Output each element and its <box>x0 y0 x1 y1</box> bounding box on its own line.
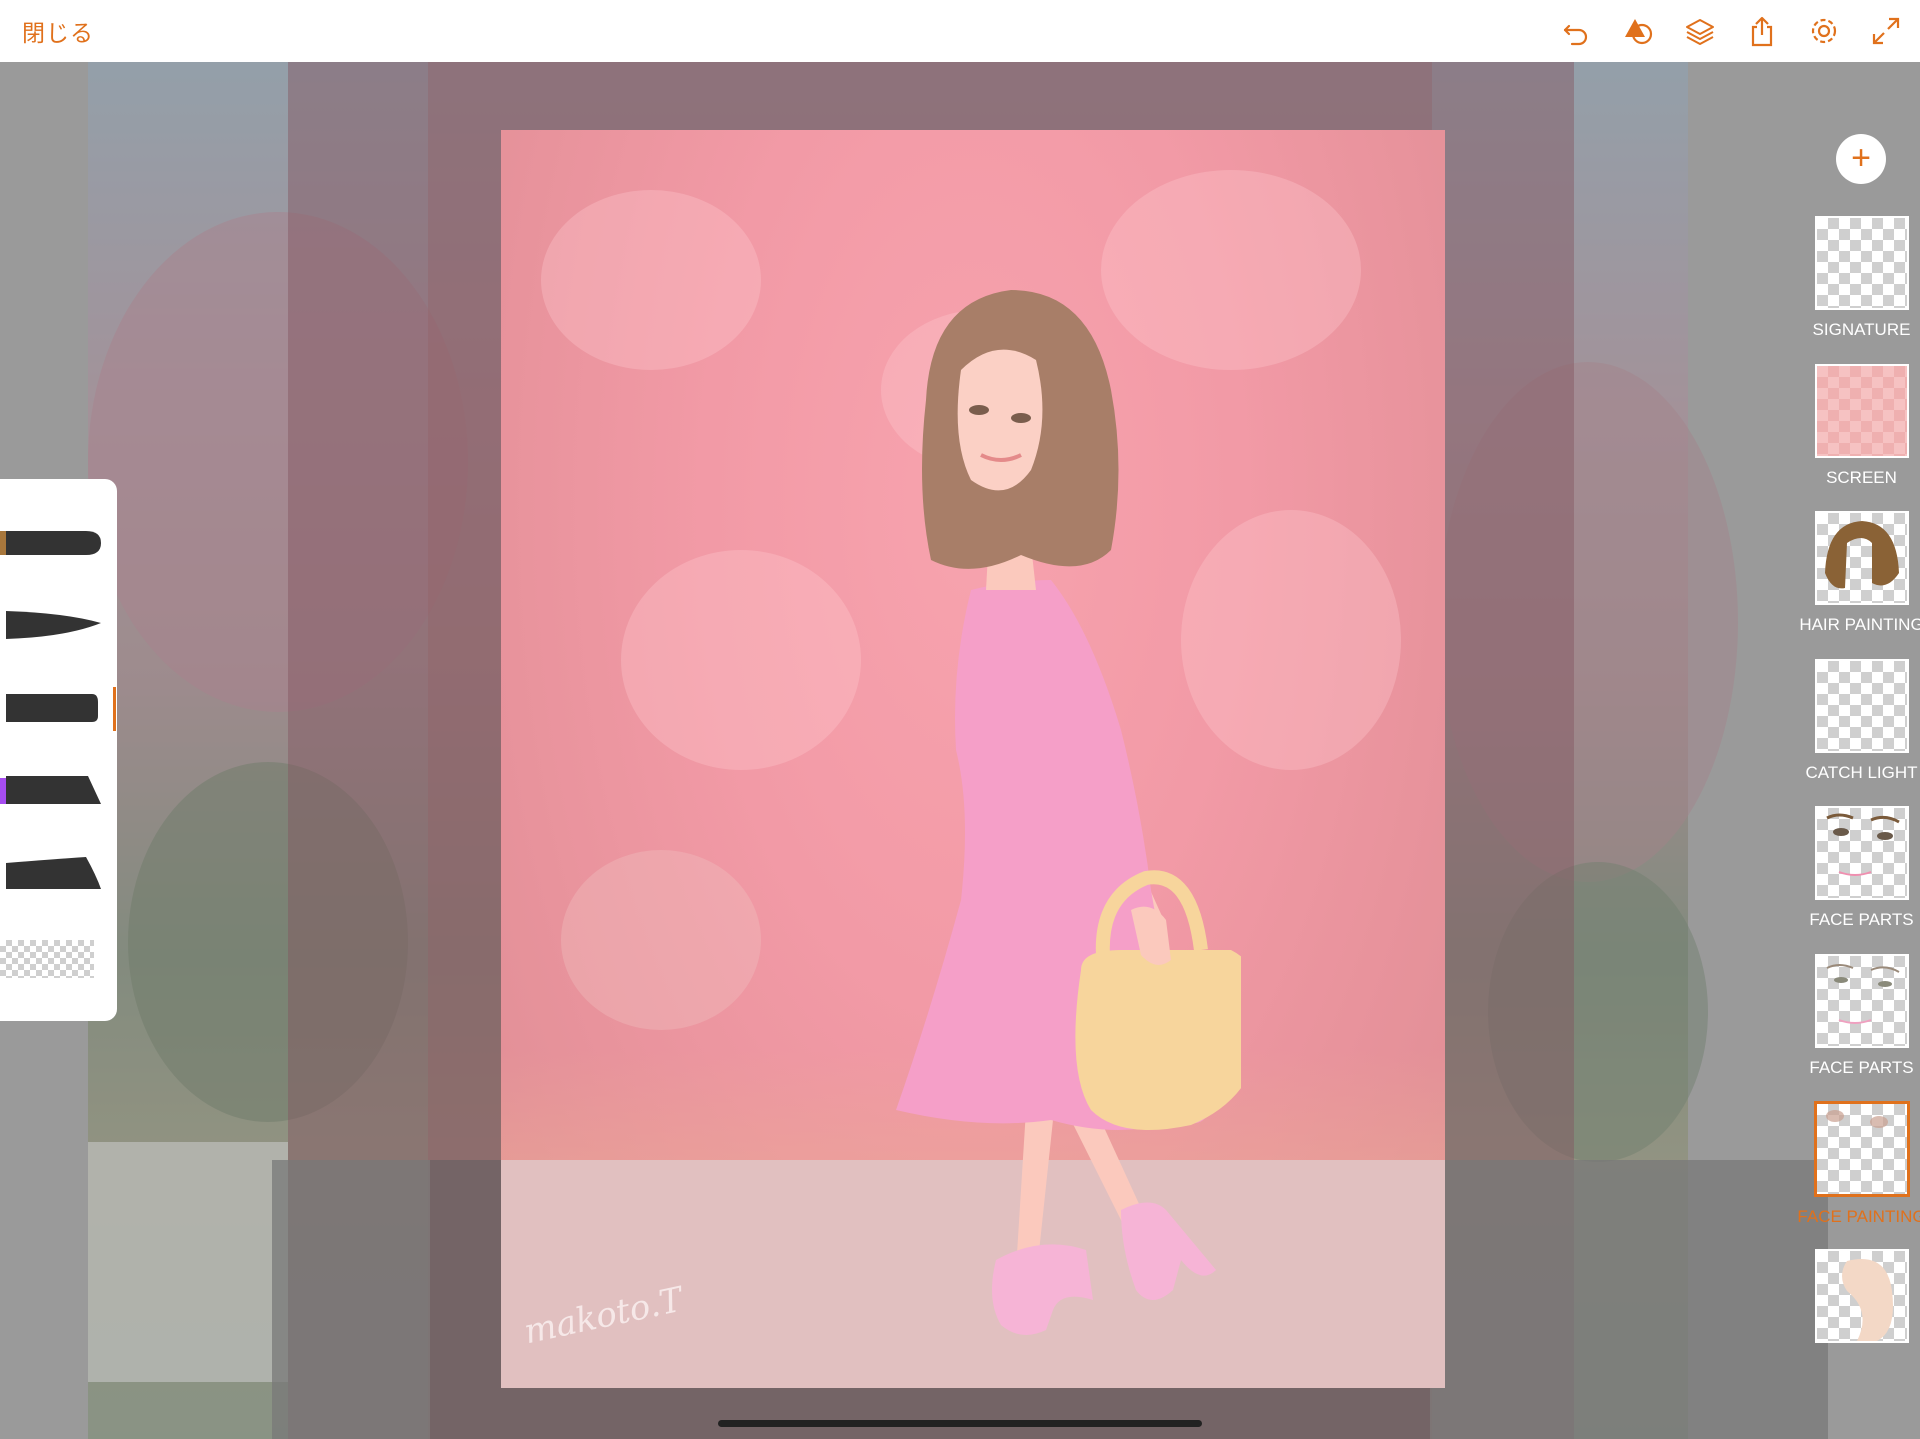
layer-label: SCREEN <box>1826 468 1897 487</box>
layer-thumbnail <box>1814 364 1909 458</box>
layer-label: HAIR PAINTING <box>1799 615 1920 634</box>
layer-thumbnail <box>1813 1101 1910 1197</box>
layers-icon[interactable] <box>1680 11 1720 51</box>
layer-skin[interactable] <box>1790 1249 1920 1353</box>
fullscreen-icon[interactable] <box>1866 11 1906 51</box>
brush-4[interactable] <box>6 772 101 808</box>
plus-icon: + <box>1851 138 1871 177</box>
top-toolbar <box>1534 11 1906 51</box>
add-layer-button[interactable]: + <box>1836 134 1886 184</box>
home-indicator[interactable] <box>718 1420 1202 1427</box>
layer-face-parts-2[interactable]: FACE PARTS <box>1790 954 1920 1078</box>
layer-thumbnail <box>1814 1249 1909 1343</box>
layer-label: FACE PARTS <box>1809 1058 1914 1077</box>
layer-thumbnail <box>1814 216 1909 310</box>
layers-panel: + SIGNATURE SCREEN HAIR PAINTING CATCH L… <box>1730 62 1920 1439</box>
eraser-brush[interactable] <box>0 940 94 978</box>
settings-icon[interactable] <box>1804 11 1844 51</box>
layer-hair-painting[interactable]: HAIR PAINTING <box>1790 511 1920 635</box>
active-brush-indicator <box>113 687 116 731</box>
layer-label: FACE PARTS <box>1809 910 1914 929</box>
layer-label: SIGNATURE <box>1812 320 1911 339</box>
brush-2[interactable] <box>6 607 101 643</box>
layer-thumbnail <box>1814 954 1909 1048</box>
layer-label: CATCH LIGHT <box>1805 763 1918 782</box>
layer-thumbnail <box>1814 806 1909 900</box>
brush-panel <box>0 479 117 1021</box>
brush-1[interactable] <box>6 525 101 561</box>
brush-5[interactable] <box>6 855 101 891</box>
layer-face-painting[interactable]: FACE PAINTING <box>1790 1101 1920 1227</box>
drawing-canvas[interactable]: makoto.T <box>501 130 1445 1388</box>
undo-icon[interactable] <box>1556 11 1596 51</box>
layer-catch-light[interactable]: CATCH LIGHT <box>1790 659 1920 783</box>
woman-illustration <box>896 290 1241 1335</box>
layer-signature[interactable]: SIGNATURE <box>1790 216 1920 340</box>
layer-thumbnail <box>1814 511 1909 605</box>
layer-label: FACE PAINTING <box>1797 1207 1920 1226</box>
layer-thumbnail <box>1814 659 1909 753</box>
top-bar: 閉じる <box>0 0 1920 62</box>
shapes-icon[interactable] <box>1618 11 1658 51</box>
brush-3[interactable] <box>6 690 101 726</box>
close-button[interactable]: 閉じる <box>22 14 94 48</box>
layer-face-parts-1[interactable]: FACE PARTS <box>1790 806 1920 930</box>
share-icon[interactable] <box>1742 11 1782 51</box>
layer-screen[interactable]: SCREEN <box>1790 364 1920 488</box>
